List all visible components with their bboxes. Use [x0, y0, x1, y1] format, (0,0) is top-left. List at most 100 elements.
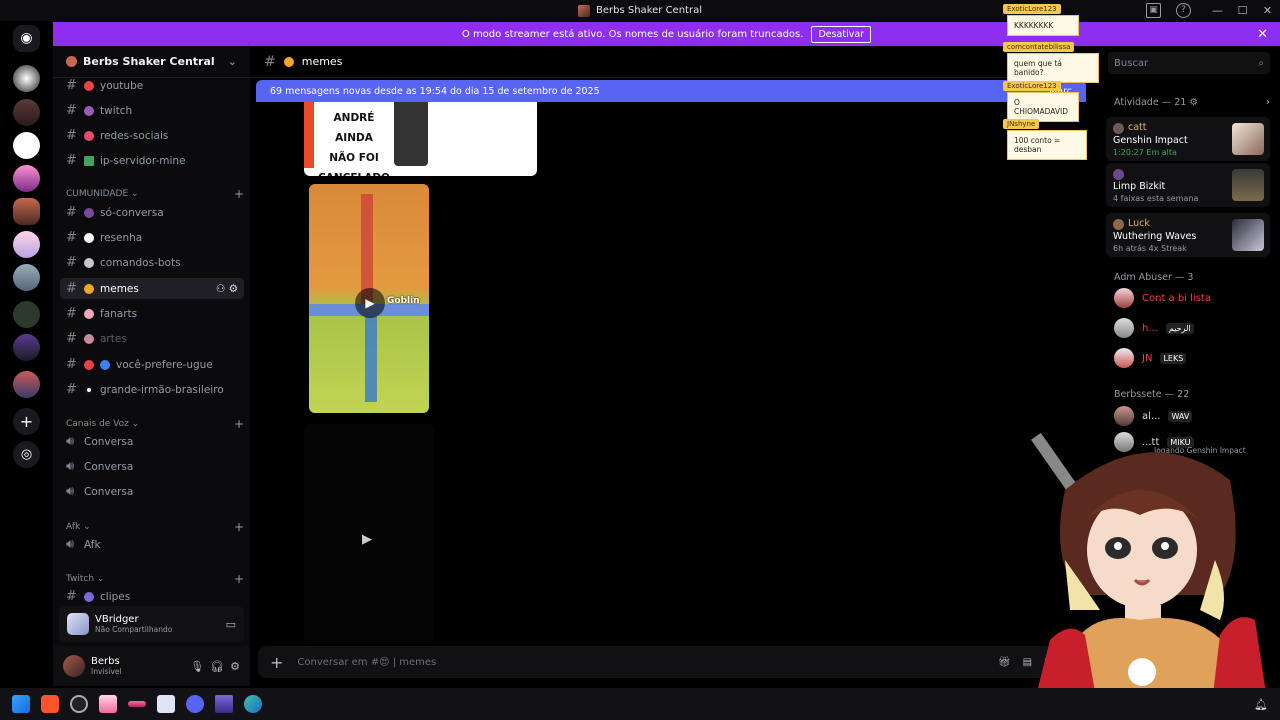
obs-icon[interactable]	[70, 695, 88, 713]
hash-icon: #	[66, 205, 77, 220]
chevron-down-icon: ⌄	[128, 419, 140, 429]
gift-icon[interactable]: 🎁︎	[998, 657, 1011, 668]
server-name: Berbs Shaker Central	[83, 55, 215, 68]
chevron-right-icon[interactable]: ›	[1266, 95, 1270, 108]
channel-ip-servidor-mine[interactable]: # ip-servidor-mine	[60, 150, 244, 171]
disable-streamer-button[interactable]: Desativar	[811, 25, 872, 43]
add-attachment-icon[interactable]: +	[270, 653, 283, 672]
edge-browser-icon[interactable]	[244, 695, 262, 713]
channel-sidebar: Berbs Shaker Central ⌄ # youtube # twitch …	[53, 46, 250, 686]
search-input[interactable]: Buscar ⌕	[1108, 52, 1270, 74]
gear-icon[interactable]: ⚙	[230, 660, 240, 673]
member-item[interactable]: JN LEKS	[1114, 348, 1187, 368]
channel-so-conversa[interactable]: # só-conversa	[60, 202, 244, 223]
server-icon[interactable]	[13, 301, 40, 328]
member-item[interactable]: Cont a bi lista	[1114, 288, 1211, 308]
channel-grande-irmao[interactable]: # grande-irmão-brasileiro	[60, 379, 244, 400]
server-header[interactable]: Berbs Shaker Central ⌄	[53, 46, 250, 78]
channel-voce-prefere[interactable]: # você-prefere-ugue	[60, 354, 244, 375]
member-tag: اﻟﺮﺣﻴﻢ	[1165, 322, 1194, 334]
meme-image[interactable]: ANDRÉ AINDA NÃO FOI CANCELADO	[304, 102, 537, 176]
hash-icon: #	[66, 128, 77, 143]
screen-share-icon[interactable]: ▭	[226, 618, 236, 631]
app-icon[interactable]	[128, 701, 146, 707]
voice-channel-conversa-3[interactable]: 🔊︎ Conversa	[60, 481, 244, 502]
speaker-icon: 🔊︎	[66, 484, 75, 499]
message-input-placeholder[interactable]: Conversar em #😍 | memes	[297, 657, 436, 668]
channel-redes-sociais[interactable]: # redes-sociais	[60, 125, 244, 146]
category-comunidade[interactable]: CUMUNIDADE ⌄ +	[66, 187, 244, 201]
voice-channel-conversa-2[interactable]: 🔊︎ Conversa	[60, 456, 244, 477]
server-icon[interactable]	[13, 132, 40, 159]
channel-clipes[interactable]: # clipes	[60, 586, 244, 607]
add-channel-icon[interactable]: +	[234, 187, 244, 201]
channel-settings-icons[interactable]: ⚇ ⚙	[216, 283, 238, 295]
activity-card[interactable]: catt Genshin Impact 1:20:27 Em alta	[1106, 117, 1270, 161]
activity-thumbnail	[1232, 219, 1264, 251]
voice-channel-afk[interactable]: 🔊︎ Afk	[60, 534, 244, 555]
server-icon[interactable]	[13, 165, 40, 192]
voice-channel-conversa-1[interactable]: 🔊︎ Conversa	[60, 431, 244, 452]
channel-fanarts[interactable]: # fanarts	[60, 303, 244, 324]
discover-icon[interactable]: ◎	[13, 441, 40, 468]
activity-card[interactable]: Luck Wuthering Waves 6h atrás 4x Streak	[1106, 213, 1270, 257]
activity-thumbnail	[1232, 123, 1264, 155]
hash-icon: #	[66, 306, 77, 321]
channel-artes[interactable]: # artes	[60, 328, 244, 349]
user-avatar[interactable]	[63, 655, 85, 677]
channel-comandos-bots[interactable]: # comandos-bots	[60, 252, 244, 273]
server-icon[interactable]	[13, 264, 40, 291]
server-folder-icon[interactable]	[13, 371, 40, 398]
channel-twitch[interactable]: # twitch	[60, 100, 244, 121]
discord-home-icon[interactable]: ◉	[13, 25, 40, 52]
add-channel-icon[interactable]: +	[234, 572, 244, 586]
category-afk[interactable]: Afk ⌄ +	[66, 520, 244, 534]
close-window-button[interactable]: ✕	[1255, 0, 1280, 21]
speaker-icon: 🔊︎	[66, 459, 75, 474]
server-icon-active[interactable]	[13, 198, 40, 225]
vbridger-panel[interactable]: VBridger Não Compartilhando ▭	[59, 606, 244, 642]
add-channel-icon[interactable]: +	[234, 417, 244, 431]
new-messages-bar[interactable]: 69 mensagens novas desde as 19:54 do dia…	[256, 80, 1086, 102]
channel-memes[interactable]: # memes ⚇ ⚙	[60, 278, 244, 299]
microphone-icon[interactable]: 🎙︎	[190, 660, 204, 673]
app-icon[interactable]	[99, 695, 117, 713]
message-composer[interactable]: + Conversar em #😍 | memes 🎁︎ ▤ ▨ ☺	[258, 646, 1088, 678]
video-clip-thumbnail[interactable]: ▶ Goblin	[309, 184, 429, 413]
activity-card[interactable]: Limp Bizkit 4 faixas esta semana	[1106, 163, 1270, 207]
channel-header: # memes	[250, 46, 1090, 78]
server-folder-icon[interactable]	[13, 334, 40, 361]
vbridger-icon[interactable]	[157, 695, 175, 713]
member-avatar	[1114, 318, 1134, 338]
close-banner-icon[interactable]: ✕	[1257, 27, 1268, 42]
windows-start-icon[interactable]	[12, 695, 30, 713]
server-icon[interactable]	[13, 99, 40, 126]
hash-icon: #	[66, 153, 77, 168]
minimize-button[interactable]: —	[1205, 0, 1230, 21]
brave-browser-icon[interactable]	[41, 695, 59, 713]
channel-label: clipes	[100, 590, 131, 603]
server-icon[interactable]	[13, 65, 40, 92]
category-twitch[interactable]: Twitch ⌄ +	[66, 572, 244, 586]
play-icon[interactable]: ▶	[362, 532, 372, 547]
member-item[interactable]: h... اﻟﺮﺣﻴﻢ	[1114, 318, 1194, 338]
activity-sub: 4 faixas esta semana	[1113, 194, 1199, 203]
channel-youtube[interactable]: # youtube	[60, 75, 244, 96]
category-voice[interactable]: Canais de Voz ⌄ +	[66, 417, 244, 431]
inbox-icon[interactable]: ▣	[1146, 3, 1161, 18]
heart-eyes-emoji-icon	[84, 283, 94, 294]
channel-label: ip-servidor-mine	[100, 154, 186, 167]
stream-chat-message: ExoticLore123 KKKKKKKK	[1003, 1, 1091, 36]
notification-bell-icon[interactable]: 🔔︎	[1254, 698, 1268, 711]
app-icon[interactable]	[215, 695, 233, 713]
help-icon[interactable]: ?	[1176, 3, 1191, 18]
server-icon[interactable]	[13, 231, 40, 258]
add-channel-icon[interactable]: +	[234, 520, 244, 534]
play-icon[interactable]: ▶	[355, 288, 385, 318]
discord-icon[interactable]	[186, 695, 204, 713]
headphones-icon[interactable]: 🎧︎	[210, 660, 224, 673]
maximize-button[interactable]: ☐	[1230, 0, 1255, 21]
video-player[interactable]: ▶	[304, 424, 434, 642]
add-server-icon[interactable]: +	[13, 408, 40, 435]
channel-resenha[interactable]: # resenha	[60, 227, 244, 248]
